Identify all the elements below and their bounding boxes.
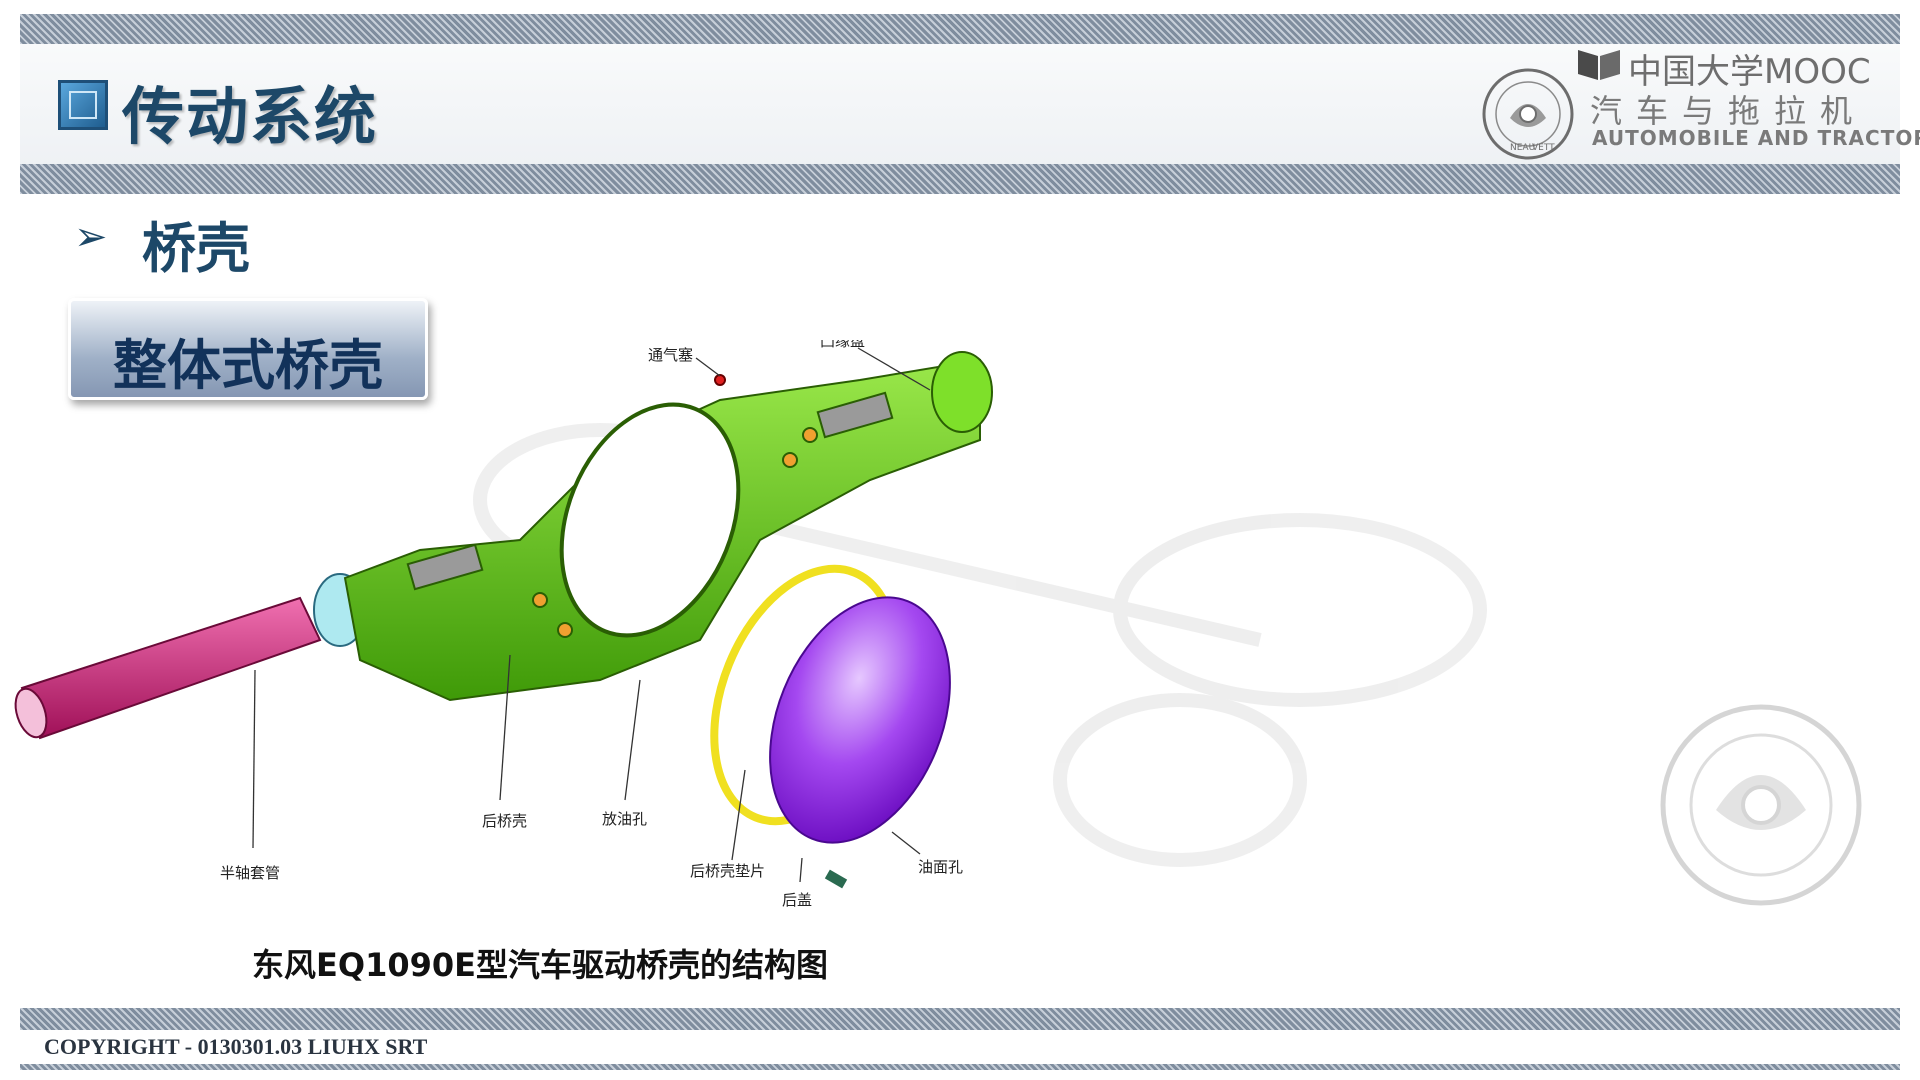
label-rear-cover: 后盖 bbox=[782, 891, 812, 909]
section-title: 桥壳 bbox=[142, 217, 250, 280]
label-drain-hole: 放油孔 bbox=[602, 810, 647, 828]
label-flange: 凸缘盘 bbox=[820, 340, 865, 350]
header-hatch-band bbox=[20, 14, 1900, 44]
title-square-icon bbox=[58, 80, 108, 130]
course-name-en: AUTOMOBILE AND TRACTOR bbox=[1592, 126, 1920, 150]
copyright-text: COPYRIGHT - 0130301.03 LIUHX SRT bbox=[44, 1034, 428, 1059]
university-seal-icon: NEAU VETT bbox=[1482, 68, 1574, 160]
seal-watermark-icon bbox=[1660, 704, 1862, 906]
section-arrow-icon: ➢ bbox=[74, 214, 108, 260]
label-housing-gasket: 后桥壳垫片 bbox=[690, 862, 765, 880]
label-vent-plug: 通气塞 bbox=[648, 346, 693, 364]
footer-bottom-band bbox=[20, 1064, 1900, 1070]
mooc-book-icon bbox=[1578, 50, 1620, 80]
rear-cover bbox=[769, 596, 951, 889]
label-oil-level-hole: 油面孔 bbox=[918, 858, 963, 876]
figure-caption: 东风EQ1090E型汽车驱动桥壳的结构图 bbox=[252, 946, 828, 984]
seal-text-right: VETT bbox=[1532, 143, 1555, 153]
label-axle-tube: 半轴套管 bbox=[220, 864, 280, 882]
header-divider-strip bbox=[20, 164, 1900, 194]
axle-housing-diagram: 通气塞 凸缘盘 后桥壳 放油孔 半轴套管 后桥壳垫片 后盖 油面孔 bbox=[14, 340, 1487, 909]
axle-tube bbox=[14, 596, 322, 740]
page-title: 传动系统 bbox=[122, 80, 379, 153]
label-rear-housing: 后桥壳 bbox=[482, 812, 527, 830]
slide: 传动系统 中国大学MOOC 汽车与拖拉机 AUTOMOBILE AND TRAC… bbox=[0, 0, 1920, 1080]
